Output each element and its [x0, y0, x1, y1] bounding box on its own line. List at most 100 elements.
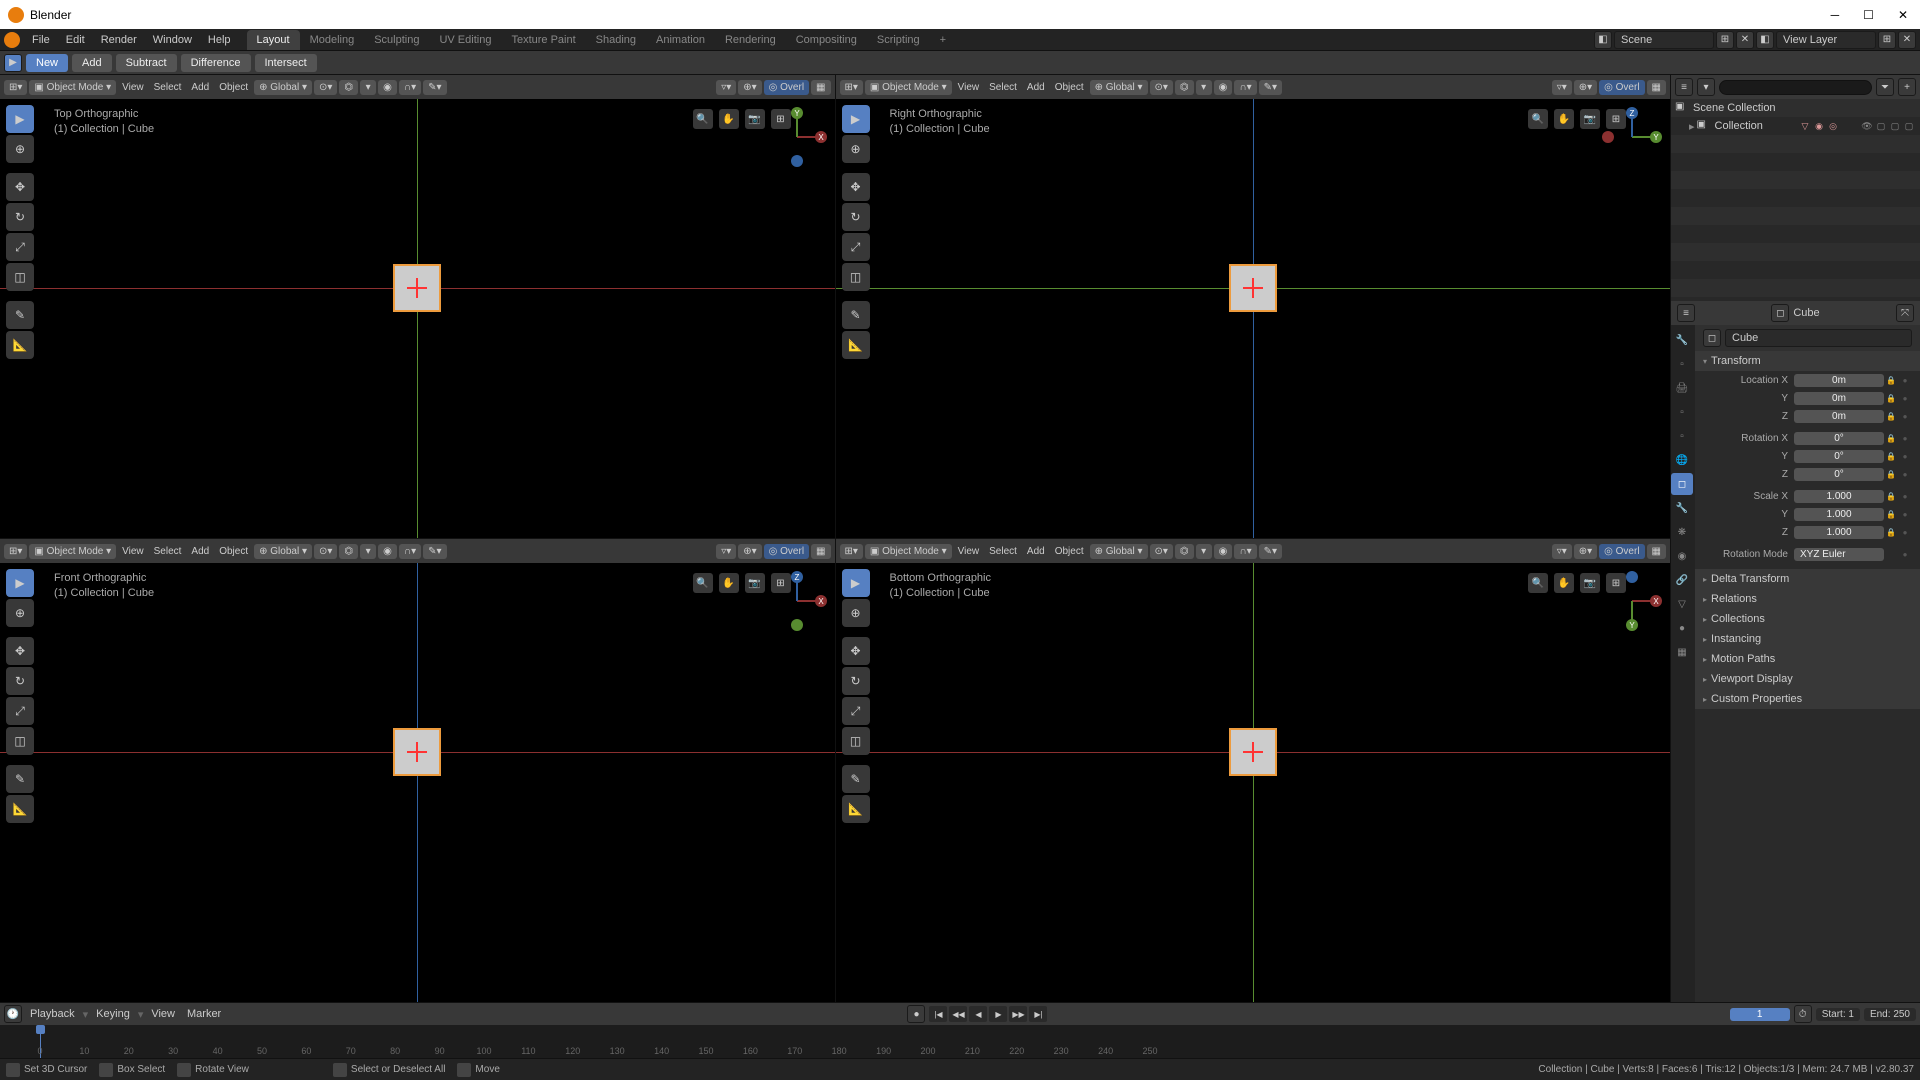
- mode-dropdown[interactable]: ▣ Object Mode ▾: [865, 80, 952, 95]
- jump-start-button[interactable]: |◀: [929, 1006, 947, 1022]
- keyframe-dot[interactable]: ●: [1898, 470, 1912, 479]
- proportional-dropdown[interactable]: ∩▾: [399, 80, 421, 95]
- keyframe-dot[interactable]: ●: [1898, 550, 1912, 559]
- viewlayer-delete[interactable]: ✕: [1898, 31, 1916, 49]
- nav-zoom[interactable]: 🔍: [693, 573, 713, 593]
- snap-toggle[interactable]: ⏣: [1175, 80, 1194, 95]
- render-icon[interactable]: ▢: [1888, 119, 1902, 133]
- object-cube[interactable]: [1229, 264, 1277, 312]
- panel-relations[interactable]: Relations: [1695, 589, 1920, 609]
- panel-motion-paths[interactable]: Motion Paths: [1695, 649, 1920, 669]
- object-name-field[interactable]: Cube: [1725, 329, 1912, 347]
- scene-icon[interactable]: ◧: [1594, 31, 1612, 49]
- scene-delete[interactable]: ✕: [1736, 31, 1754, 49]
- outliner-filter-icon[interactable]: ⏷: [1876, 78, 1894, 96]
- keyframe-dot[interactable]: ●: [1898, 412, 1912, 421]
- lock-icon[interactable]: 🔒: [1884, 510, 1898, 519]
- menu-marker[interactable]: Marker: [183, 1006, 225, 1022]
- xray-toggle[interactable]: ▦: [1647, 544, 1666, 559]
- nav-gizmo[interactable]: XY: [767, 107, 827, 167]
- camera-icon[interactable]: ▢: [1902, 119, 1916, 133]
- orientation-dropdown[interactable]: ⊕ Global ▾: [1090, 544, 1148, 559]
- menu-select[interactable]: Select: [150, 544, 186, 559]
- play-reverse-button[interactable]: ◀: [969, 1006, 987, 1022]
- editor-type-icon[interactable]: ⊞▾: [4, 544, 27, 559]
- lock-icon[interactable]: 🔒: [1884, 492, 1898, 501]
- pin-icon[interactable]: ⤧: [1896, 304, 1914, 322]
- ptab-scene[interactable]: ▫: [1671, 425, 1693, 447]
- tool-select-box[interactable]: ▶: [842, 569, 870, 597]
- menu-select[interactable]: Select: [150, 80, 186, 95]
- viewport-0[interactable]: ⊞▾ ▣ Object Mode ▾ View Select Add Objec…: [0, 75, 835, 538]
- nav-zoom[interactable]: 🔍: [693, 109, 713, 129]
- tool-scale[interactable]: ⤢: [842, 233, 870, 261]
- pivot-dropdown[interactable]: ⊙▾: [1150, 80, 1173, 95]
- tool-annotate[interactable]: ✎: [842, 765, 870, 793]
- menu-object[interactable]: Object: [1051, 544, 1088, 559]
- bool-difference[interactable]: Difference: [181, 54, 251, 72]
- lock-icon[interactable]: 🔒: [1884, 434, 1898, 443]
- tool-transform[interactable]: ◫: [842, 263, 870, 291]
- menu-view[interactable]: View: [954, 80, 984, 95]
- gizmo-toggle[interactable]: ⊕▾: [1574, 544, 1597, 559]
- orientation-dropdown[interactable]: ⊕ Global ▾: [254, 80, 312, 95]
- editor-type-icon[interactable]: ⊞▾: [840, 544, 863, 559]
- tool-cursor[interactable]: ⊕: [842, 135, 870, 163]
- viewport-1[interactable]: ⊞▾ ▣ Object Mode ▾ View Select Add Objec…: [836, 75, 1671, 538]
- tab-uv-editing[interactable]: UV Editing: [429, 30, 501, 50]
- rotation-z[interactable]: 0°: [1794, 468, 1884, 481]
- tool-cursor[interactable]: ⊕: [6, 135, 34, 163]
- tool-measure[interactable]: 📐: [842, 795, 870, 823]
- tab-shading[interactable]: Shading: [586, 30, 646, 50]
- menu-view[interactable]: View: [118, 544, 148, 559]
- tool-cursor[interactable]: ⊕: [6, 599, 34, 627]
- orientation-dropdown[interactable]: ⊕ Global ▾: [254, 544, 312, 559]
- editor-type-icon[interactable]: ⊞▾: [840, 80, 863, 95]
- overlays-toggle[interactable]: ◎ Overl: [1599, 80, 1644, 95]
- disable-icon[interactable]: ▢: [1874, 119, 1888, 133]
- viewlayer-new[interactable]: ⊞: [1878, 31, 1896, 49]
- tool-annotate[interactable]: ✎: [6, 765, 34, 793]
- scale-x[interactable]: 1.000: [1794, 490, 1884, 503]
- outliner-row-collection[interactable]: ▸ ▣ Collection ▽ ◉ ◎ 👁 ▢ ▢ ▢: [1671, 117, 1920, 135]
- tab-rendering[interactable]: Rendering: [715, 30, 786, 50]
- gizmo-toggle[interactable]: ⊕▾: [1574, 80, 1597, 95]
- viewlayer-icon[interactable]: ◧: [1756, 31, 1774, 49]
- timeline-type-icon[interactable]: 🕐: [4, 1005, 22, 1023]
- ptab-particles[interactable]: ❋: [1671, 521, 1693, 543]
- tool-measure[interactable]: 📐: [842, 331, 870, 359]
- snap-toggle[interactable]: ⏣: [339, 80, 358, 95]
- blender-icon[interactable]: [4, 32, 20, 48]
- tool-annotate[interactable]: ✎: [842, 301, 870, 329]
- gpencil-icon[interactable]: ✎▾: [423, 544, 446, 559]
- menu-add[interactable]: Add: [187, 80, 213, 95]
- mode-dropdown[interactable]: ▣ Object Mode ▾: [29, 544, 116, 559]
- lock-icon[interactable]: 🔒: [1884, 528, 1898, 537]
- nav-zoom[interactable]: 🔍: [1528, 573, 1548, 593]
- object-cube[interactable]: [1229, 728, 1277, 776]
- tool-move[interactable]: ✥: [6, 173, 34, 201]
- panel-custom-properties[interactable]: Custom Properties: [1695, 689, 1920, 709]
- lock-icon[interactable]: 🔒: [1884, 470, 1898, 479]
- ptab-tool[interactable]: 🔧: [1671, 329, 1693, 351]
- rotation-y[interactable]: 0°: [1794, 450, 1884, 463]
- tool-transform[interactable]: ◫: [6, 727, 34, 755]
- panel-delta-transform[interactable]: Delta Transform: [1695, 569, 1920, 589]
- proportional-toggle[interactable]: ◉: [378, 544, 397, 559]
- menu-view[interactable]: View: [147, 1006, 179, 1022]
- outliner-row-scene-collection[interactable]: ▣ Scene Collection: [1671, 99, 1920, 117]
- tool-measure[interactable]: 📐: [6, 331, 34, 359]
- overlays-toggle[interactable]: ◎ Overl: [1599, 544, 1644, 559]
- keyframe-dot[interactable]: ●: [1898, 434, 1912, 443]
- tool-measure[interactable]: 📐: [6, 795, 34, 823]
- tool-rotate[interactable]: ↻: [842, 667, 870, 695]
- nav-gizmo[interactable]: YZ: [1602, 107, 1662, 167]
- tab-scripting[interactable]: Scripting: [867, 30, 930, 50]
- menu-add[interactable]: Add: [1023, 80, 1049, 95]
- nav-pan[interactable]: ✋: [719, 573, 739, 593]
- object-visibility[interactable]: ▿▾: [716, 544, 736, 559]
- ptab-constraints[interactable]: 🔗: [1671, 569, 1693, 591]
- ptab-texture[interactable]: ▦: [1671, 641, 1693, 663]
- proportional-dropdown[interactable]: ∩▾: [1234, 80, 1256, 95]
- play-button[interactable]: ▶: [989, 1006, 1007, 1022]
